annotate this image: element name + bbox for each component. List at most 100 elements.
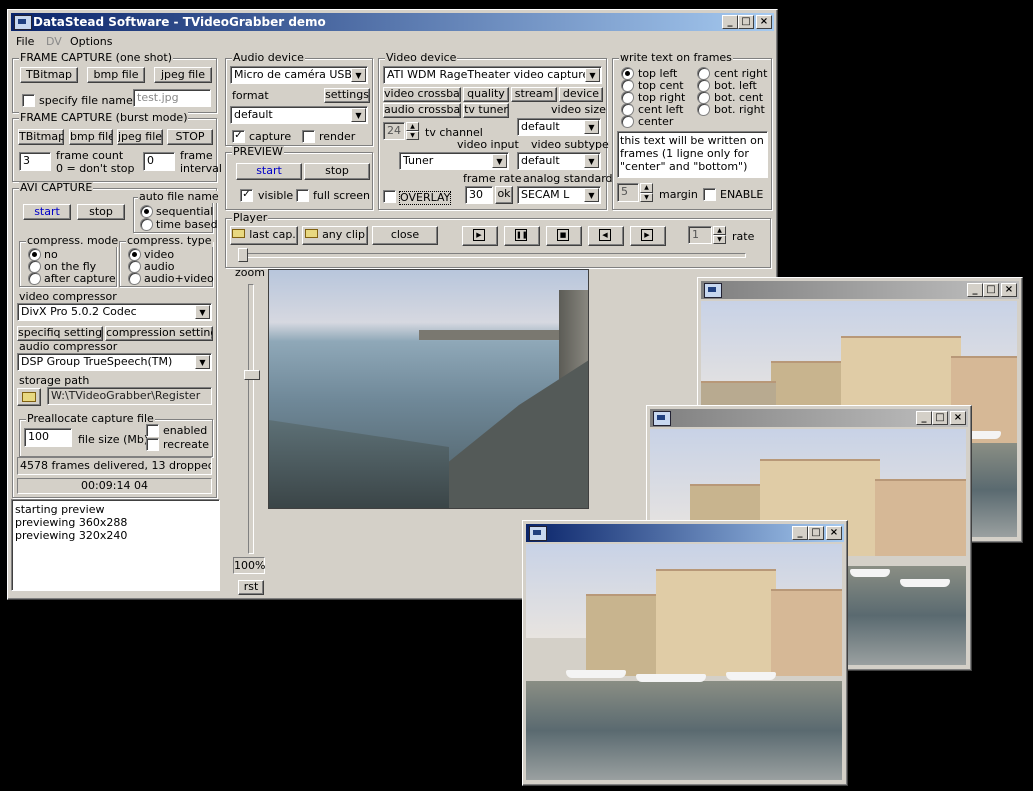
video-device-select[interactable]: ATI WDM RageTheater video capture ( ▼	[383, 66, 602, 84]
burst-tbitmap-button[interactable]: TBitmap	[18, 129, 64, 145]
tv-channel-input[interactable]: 24	[383, 122, 405, 140]
rate-spinner[interactable]: ▲ ▼	[713, 226, 726, 244]
maximize-button[interactable]: □	[932, 411, 948, 425]
recreate-checkbox[interactable]	[146, 438, 159, 451]
visible-checkbox[interactable]: ✓	[240, 189, 253, 202]
stream-button[interactable]: stream	[511, 87, 557, 102]
frame-interval-input[interactable]: 0	[143, 152, 175, 171]
time-based-radio[interactable]	[140, 218, 153, 231]
frame-count-input[interactable]: 3	[19, 152, 51, 171]
burst-bmp-button[interactable]: bmp file	[69, 129, 113, 145]
close-button[interactable]: ×	[1001, 283, 1017, 297]
chevron-down-icon[interactable]: ▼	[584, 154, 599, 168]
title-bar[interactable]: _ □ ×	[650, 409, 968, 427]
avi-stop-button[interactable]: stop	[77, 204, 125, 220]
compression-settings-button[interactable]: compression settings	[105, 326, 213, 341]
minimize-button[interactable]: _	[967, 283, 983, 297]
type-av-radio[interactable]	[128, 272, 141, 285]
title-bar[interactable]: _ □ ×	[526, 524, 844, 542]
stop-play-button[interactable]: ■	[546, 226, 582, 246]
chevron-down-icon[interactable]: ▼	[584, 188, 599, 202]
title-bar[interactable]: DataStead Software - TVideoGrabber demo …	[11, 13, 774, 31]
player-seek-track[interactable]	[238, 253, 746, 258]
chevron-down-icon[interactable]: ▼	[584, 120, 599, 134]
browse-folder-button[interactable]	[17, 388, 41, 406]
tv-tuner-button[interactable]: tv tuner	[463, 103, 509, 118]
burst-jpeg-button[interactable]: jpeg file	[117, 129, 163, 145]
tbitmap-button[interactable]: TBitmap	[20, 67, 78, 83]
next-frame-button[interactable]: ▶	[630, 226, 666, 246]
maximize-button[interactable]: □	[738, 15, 754, 29]
capture-checkbox[interactable]: ✓	[232, 130, 245, 143]
prev-frame-button[interactable]: ◀	[588, 226, 624, 246]
minimize-button[interactable]: _	[722, 15, 738, 29]
mode-after-radio[interactable]	[28, 272, 41, 285]
maximize-button[interactable]: □	[808, 526, 824, 540]
preview-start-button[interactable]: start	[236, 163, 302, 180]
burst-stop-button[interactable]: STOP	[167, 129, 213, 145]
enable-text-checkbox[interactable]	[703, 188, 716, 201]
render-checkbox[interactable]	[302, 130, 315, 143]
log-box[interactable]: starting preview previewing 360x288 prev…	[11, 499, 220, 591]
device-button[interactable]: device	[559, 87, 603, 102]
overlay-checkbox[interactable]	[383, 190, 396, 203]
menu-file[interactable]: File	[16, 35, 34, 48]
close-button[interactable]: ×	[950, 411, 966, 425]
player-seek-thumb[interactable]	[238, 248, 248, 262]
close-button[interactable]: ×	[756, 15, 772, 29]
video-compressor-select[interactable]: DivX Pro 5.0.2 Codec ▼	[17, 303, 212, 321]
frame-rate-input[interactable]: 30	[465, 186, 493, 204]
storage-path-input[interactable]: W:\TVideoGrabber\Register	[47, 387, 212, 405]
chevron-down-icon[interactable]: ▼	[351, 108, 366, 122]
minimize-button[interactable]: _	[792, 526, 808, 540]
file-name-input[interactable]: test.jpg	[133, 89, 211, 107]
chevron-down-icon[interactable]: ▼	[195, 305, 210, 319]
audio-crossbar-button[interactable]: audio crossbar	[383, 103, 461, 118]
quality-button[interactable]: quality	[463, 87, 509, 102]
rate-input[interactable]: 1	[688, 226, 712, 244]
specify-file-name-checkbox[interactable]	[22, 94, 35, 107]
video-size-select[interactable]: default ▼	[517, 118, 601, 136]
minimize-button[interactable]: _	[916, 411, 932, 425]
specific-settings-button[interactable]: specifiq settings	[17, 326, 103, 341]
close-button[interactable]: ×	[826, 526, 842, 540]
audio-device-select[interactable]: Micro de caméra USB P ▼	[230, 66, 368, 84]
audio-format-select[interactable]: default ▼	[230, 106, 368, 124]
chevron-down-icon[interactable]: ▼	[195, 355, 210, 369]
preview-stop-button[interactable]: stop	[304, 163, 370, 180]
tv-channel-spinner[interactable]: ▲ ▼	[406, 122, 419, 140]
full-screen-checkbox[interactable]	[296, 189, 309, 202]
zoom-slider-thumb[interactable]	[244, 370, 260, 380]
zoom-slider-track[interactable]	[248, 284, 254, 554]
margin-spinner[interactable]: ▲ ▼	[640, 183, 653, 202]
audio-compressor-select[interactable]: DSP Group TrueSpeech(TM) ▼	[17, 353, 212, 371]
analog-standard-select[interactable]: SECAM L ▼	[517, 186, 601, 204]
bmp-file-button[interactable]: bmp file	[87, 67, 145, 83]
menu-dv[interactable]: DV	[46, 35, 62, 48]
frame-text-input[interactable]: this text will be written on frames (1 l…	[617, 131, 768, 178]
title-bar[interactable]: _ □ ×	[701, 281, 1019, 299]
chevron-down-icon[interactable]: ▼	[492, 154, 507, 168]
frame-rate-ok-button[interactable]: ok	[495, 186, 513, 204]
menu-options[interactable]: Options	[70, 35, 112, 48]
jpeg-file-button[interactable]: jpeg file	[154, 67, 212, 83]
margin-input[interactable]: 5	[617, 183, 639, 202]
enabled-checkbox[interactable]	[146, 424, 159, 437]
play-button[interactable]: ▶	[462, 226, 498, 246]
last-cap-button[interactable]: last cap.	[230, 226, 298, 245]
avi-start-button[interactable]: start	[23, 204, 71, 220]
video-input-select[interactable]: Tuner ▼	[399, 152, 509, 170]
bot-right-radio[interactable]	[697, 103, 710, 116]
center-radio[interactable]	[621, 115, 634, 128]
video-subtype-select[interactable]: default ▼	[517, 152, 601, 170]
prealloc-size-input[interactable]: 100	[24, 428, 72, 447]
zoom-reset-button[interactable]: rst	[238, 580, 264, 595]
any-clip-button[interactable]: any clip	[302, 226, 368, 245]
audio-settings-button[interactable]: settings	[324, 88, 370, 103]
chevron-down-icon[interactable]: ▼	[351, 68, 366, 82]
close-clip-button[interactable]: close	[372, 226, 438, 245]
sequential-radio[interactable]	[140, 205, 153, 218]
pause-button[interactable]: ❚❚	[504, 226, 540, 246]
chevron-down-icon[interactable]: ▼	[585, 68, 600, 82]
maximize-button[interactable]: □	[983, 283, 999, 297]
